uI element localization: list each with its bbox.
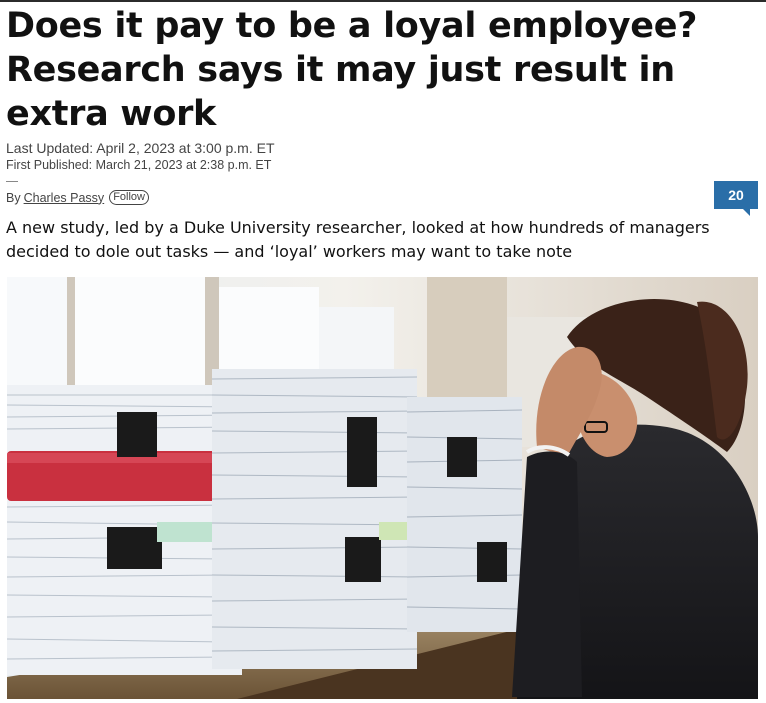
paper-stack-right	[406, 397, 523, 632]
comment-count: 20	[728, 187, 744, 203]
top-divider	[0, 0, 766, 2]
byline-prefix: By	[6, 190, 21, 205]
last-updated: Last Updated: April 2, 2023 at 3:00 p.m.…	[6, 140, 275, 156]
byline-divider	[6, 181, 18, 182]
article-headline: Does it pay to be a loyal employee? Rese…	[6, 6, 698, 134]
first-published: First Published: March 21, 2023 at 2:38 …	[6, 158, 272, 172]
author-link[interactable]: Charles Passy	[24, 191, 105, 205]
article-dek: A new study, led by a Duke University re…	[6, 218, 710, 261]
follow-button[interactable]: Follow	[109, 190, 149, 205]
comment-bubble-icon[interactable]: 20	[714, 181, 758, 216]
byline: By Charles Passy Follow	[6, 190, 149, 205]
article-dates: Last Updated: April 2, 2023 at 3:00 p.m.…	[6, 140, 275, 174]
paper-stack-middle	[211, 369, 418, 669]
hero-image	[7, 277, 758, 699]
